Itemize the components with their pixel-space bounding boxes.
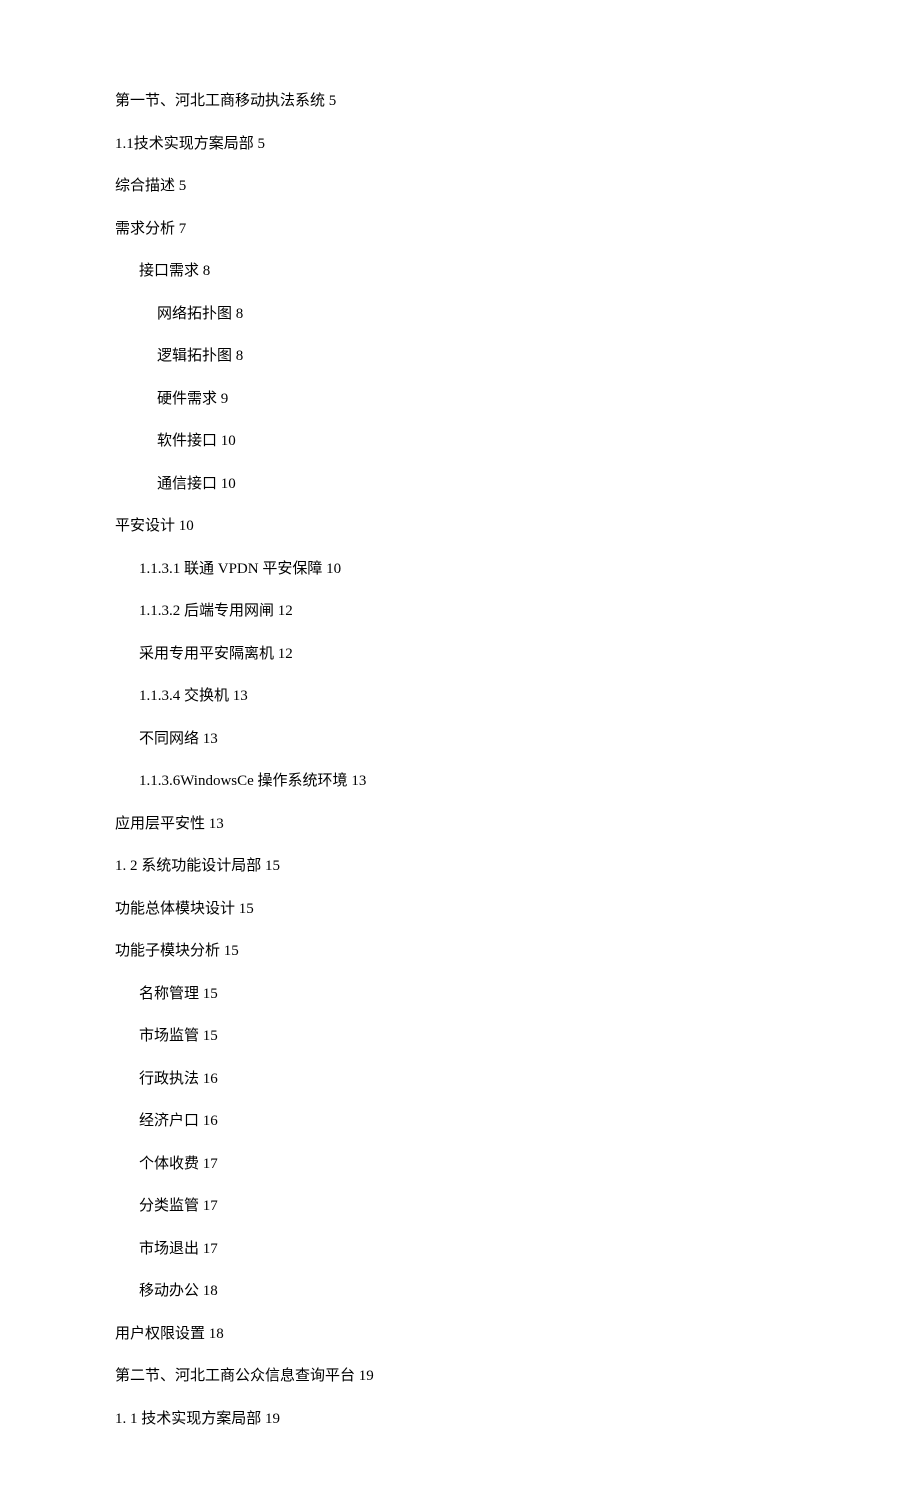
- toc-title: 软件接口: [157, 433, 217, 449]
- toc-page: 13: [351, 773, 366, 789]
- toc-title: 硬件需求: [157, 391, 217, 407]
- toc-page: 16: [203, 1071, 218, 1087]
- toc-page: 10: [326, 561, 341, 577]
- toc-entry: 1.1.3.4 交换机 13: [115, 685, 805, 708]
- toc-title: 个体收费: [139, 1156, 199, 1172]
- toc-page: 13: [233, 688, 248, 704]
- toc-entry: 1. 2 系统功能设计局部 15: [115, 855, 805, 878]
- toc-entry: 通信接口 10: [115, 473, 805, 496]
- toc-entry: 平安设计 10: [115, 515, 805, 538]
- toc-title: 用户权限设置: [115, 1326, 205, 1342]
- toc-page: 15: [265, 858, 280, 874]
- toc-page: 9: [221, 391, 229, 407]
- toc-page: 12: [278, 603, 293, 619]
- toc-entry: 第一节、河北工商移动执法系统 5: [115, 90, 805, 113]
- toc-entry: 个体收费 17: [115, 1153, 805, 1176]
- toc-title: 需求分析: [115, 221, 175, 237]
- toc-entry: 综合描述 5: [115, 175, 805, 198]
- toc-page: 17: [203, 1198, 218, 1214]
- toc-entry: 功能总体模块设计 15: [115, 898, 805, 921]
- toc-entry: 需求分析 7: [115, 218, 805, 241]
- toc-entry: 网络拓扑图 8: [115, 303, 805, 326]
- toc-page: 17: [203, 1241, 218, 1257]
- toc-title: 功能总体模块设计: [115, 901, 235, 917]
- toc-title: 经济户口: [139, 1113, 199, 1129]
- toc-page: 8: [236, 306, 244, 322]
- toc-entry: 硬件需求 9: [115, 388, 805, 411]
- toc-entry: 功能子模块分析 15: [115, 940, 805, 963]
- toc-page: 15: [203, 986, 218, 1002]
- toc-page: 12: [278, 646, 293, 662]
- toc-entry: 分类监管 17: [115, 1195, 805, 1218]
- toc-title: 第一节、河北工商移动执法系统: [115, 93, 325, 109]
- toc-title: 第二节、河北工商公众信息查询平台: [115, 1368, 355, 1384]
- toc-page: 5: [329, 93, 337, 109]
- toc-entry: 市场退出 17: [115, 1238, 805, 1261]
- toc-entry: 第二节、河北工商公众信息查询平台 19: [115, 1365, 805, 1388]
- toc-title: 1.1.3.4 交换机: [139, 688, 229, 704]
- toc-title: 综合描述: [115, 178, 175, 194]
- toc-title: 市场退出: [139, 1241, 199, 1257]
- toc-entry: 1.1.3.6WindowsCe 操作系统环境 13: [115, 770, 805, 793]
- toc-page: 10: [179, 518, 194, 534]
- toc-entry: 软件接口 10: [115, 430, 805, 453]
- toc-title: 1.1.3.6WindowsCe 操作系统环境: [139, 773, 348, 789]
- toc-title: 1. 2 系统功能设计局部: [115, 858, 261, 874]
- toc-title: 应用层平安性: [115, 816, 205, 832]
- document-page: 第一节、河北工商移动执法系统 5 1.1技术实现方案局部 5 综合描述 5 需求…: [0, 0, 920, 1510]
- toc-entry: 市场监管 15: [115, 1025, 805, 1048]
- toc-page: 7: [179, 221, 187, 237]
- toc-entry: 1.1技术实现方案局部 5: [115, 133, 805, 156]
- toc-page: 18: [209, 1326, 224, 1342]
- toc-entry: 用户权限设置 18: [115, 1323, 805, 1346]
- toc-entry: 应用层平安性 13: [115, 813, 805, 836]
- toc-title: 通信接口: [157, 476, 217, 492]
- toc-page: 19: [265, 1411, 280, 1427]
- toc-page: 17: [203, 1156, 218, 1172]
- toc-page: 18: [203, 1283, 218, 1299]
- toc-entry: 采用专用平安隔离机 12: [115, 643, 805, 666]
- toc-page: 15: [224, 943, 239, 959]
- toc-page: 5: [258, 136, 266, 152]
- toc-entry: 名称管理 15: [115, 983, 805, 1006]
- toc-entry: 接口需求 8: [115, 260, 805, 283]
- toc-title: 1.1技术实现方案局部: [115, 136, 254, 152]
- toc-entry: 逻辑拓扑图 8: [115, 345, 805, 368]
- toc-title: 不同网络: [139, 731, 199, 747]
- toc-title: 功能子模块分析: [115, 943, 220, 959]
- toc-entry: 行政执法 16: [115, 1068, 805, 1091]
- toc-title: 1.1.3.2 后端专用网闸: [139, 603, 274, 619]
- toc-title: 移动办公: [139, 1283, 199, 1299]
- toc-entry: 1.1.3.1 联通 VPDN 平安保障 10: [115, 558, 805, 581]
- toc-entry: 1.1.3.2 后端专用网闸 12: [115, 600, 805, 623]
- toc-title: 行政执法: [139, 1071, 199, 1087]
- toc-title: 1. 1 技术实现方案局部: [115, 1411, 261, 1427]
- toc-page: 15: [203, 1028, 218, 1044]
- toc-title: 市场监管: [139, 1028, 199, 1044]
- toc-page: 8: [203, 263, 211, 279]
- toc-title: 名称管理: [139, 986, 199, 1002]
- toc-page: 19: [359, 1368, 374, 1384]
- toc-entry: 移动办公 18: [115, 1280, 805, 1303]
- toc-page: 15: [239, 901, 254, 917]
- toc-title: 1.1.3.1 联通 VPDN 平安保障: [139, 561, 322, 577]
- toc-page: 10: [221, 476, 236, 492]
- toc-title: 分类监管: [139, 1198, 199, 1214]
- toc-title: 网络拓扑图: [157, 306, 232, 322]
- toc-entry: 不同网络 13: [115, 728, 805, 751]
- toc-page: 13: [203, 731, 218, 747]
- toc-title: 采用专用平安隔离机: [139, 646, 274, 662]
- toc-entry: 1. 1 技术实现方案局部 19: [115, 1408, 805, 1431]
- toc-page: 5: [179, 178, 187, 194]
- toc-entry: 经济户口 16: [115, 1110, 805, 1133]
- toc-title: 平安设计: [115, 518, 175, 534]
- toc-title: 接口需求: [139, 263, 199, 279]
- toc-page: 8: [236, 348, 244, 364]
- toc-page: 10: [221, 433, 236, 449]
- toc-page: 16: [203, 1113, 218, 1129]
- toc-page: 13: [209, 816, 224, 832]
- toc-title: 逻辑拓扑图: [157, 348, 232, 364]
